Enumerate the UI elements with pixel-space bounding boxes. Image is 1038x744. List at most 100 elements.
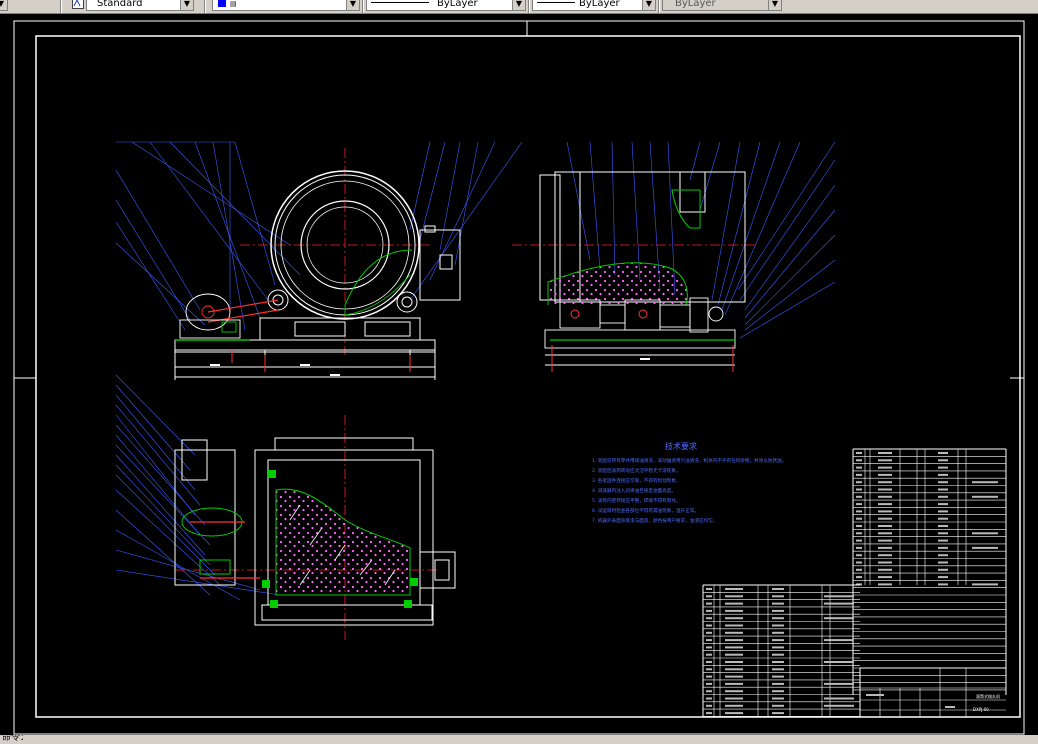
command-line[interactable]: 命令：: [0, 735, 1038, 744]
cell-text: [772, 697, 784, 700]
cell-text: [878, 510, 892, 513]
cell-text: [706, 646, 712, 649]
cell-text: [725, 682, 743, 685]
cell-text: [772, 653, 784, 656]
cell-text: [772, 639, 784, 642]
cell-text: [878, 488, 892, 491]
linetype-sample: [371, 2, 429, 3]
cell-text: [856, 503, 862, 506]
cell-text: [725, 690, 743, 693]
linetype-dropdown[interactable]: ByLayer ▼: [366, 0, 526, 11]
cell-text: [706, 595, 712, 598]
cell-text: [856, 532, 862, 535]
top-view: [115, 374, 456, 640]
cell-text: [938, 546, 948, 549]
dropdown-arrow-icon: ▼: [0, 0, 7, 10]
cell-text: [772, 624, 784, 627]
drawing-frame: [13, 20, 1025, 735]
cell-text: [706, 690, 712, 693]
cell-text: [878, 554, 892, 557]
cell-text: [706, 697, 712, 700]
cell-text: [824, 661, 854, 663]
cell-text: [725, 617, 743, 620]
cell-text: [878, 576, 892, 579]
cell-text: [972, 583, 998, 586]
dropdown-arrow-icon: ▼: [642, 0, 655, 10]
dropdown-arrow-icon: ▼: [512, 0, 525, 10]
cell-text: [938, 473, 948, 476]
cell-text: [938, 532, 948, 535]
cell-text: [772, 682, 784, 685]
cell-text: [706, 588, 712, 590]
cell-text: [725, 712, 743, 715]
lineweight-dropdown[interactable]: ByLayer ▼: [532, 0, 656, 11]
cell-text: [938, 510, 948, 513]
cell-text: [945, 706, 955, 708]
color-control[interactable]: ▤ ▼: [212, 0, 360, 11]
drawing-title: 滚筒式抛丸机: [976, 693, 1000, 699]
cell-text: [772, 668, 784, 671]
cell-text: [878, 459, 892, 462]
cell-text: [878, 539, 892, 542]
cell-text: [856, 473, 862, 476]
cell-text: [856, 495, 862, 498]
cell-text: [706, 668, 712, 671]
cell-text: [725, 653, 743, 656]
cell-text: [772, 588, 784, 590]
cell-text: [706, 617, 712, 620]
cell-text: [938, 503, 948, 506]
command-prompt: 命令：: [2, 735, 30, 743]
cell-text: [824, 602, 854, 605]
toolbar-separator: [60, 0, 62, 13]
cell-text: [972, 481, 998, 484]
cell-text: [972, 495, 998, 498]
toolbar-separator: [204, 0, 206, 13]
plot-style-dropdown[interactable]: ByLayer ▼: [662, 0, 782, 11]
text-style-icon[interactable]: [72, 0, 84, 9]
cell-text: [725, 624, 743, 627]
cell-text: [878, 503, 892, 506]
tech-requirement: 3. 各紧固件连接应可靠，不得有松动现象。: [592, 477, 681, 484]
toolbar-separator: [658, 0, 660, 13]
layer-control[interactable]: ▼: [0, 0, 8, 11]
cell-text: [938, 452, 948, 454]
cell-text: [856, 488, 862, 491]
mini-line-icon: ▤: [230, 0, 237, 8]
cell-text: [856, 561, 862, 564]
cell-text: [706, 712, 712, 715]
dropdown-arrow-icon: ▼: [768, 0, 781, 10]
cell-text: [878, 473, 892, 476]
lineweight-value: ByLayer: [579, 0, 620, 9]
dropdown-arrow-icon: ▼: [346, 0, 359, 10]
cell-text: [856, 452, 862, 454]
tech-requirement: 5. 滚筒内壁焊接应平整，焊缝不得有裂纹。: [592, 497, 681, 504]
cell-text: [772, 690, 784, 693]
cell-text: [772, 712, 784, 715]
text-style-dropdown[interactable]: Standard ▼: [86, 0, 194, 11]
cell-text: [725, 697, 743, 700]
cell-text: [706, 704, 712, 707]
cell-text: [824, 595, 854, 598]
cell-text: [938, 517, 948, 520]
lineweight-sample: [537, 2, 575, 3]
plot-style-value: ByLayer: [675, 0, 716, 9]
cell-text: [878, 561, 892, 564]
cell-text: [725, 602, 743, 605]
cell-text: [856, 539, 862, 542]
cell-text: [866, 694, 884, 696]
cell-text: [856, 525, 862, 527]
cell-text: [772, 617, 784, 620]
cell-text: [706, 631, 712, 634]
toolbar-separator: [528, 0, 530, 13]
cell-text: [772, 602, 784, 605]
cell-text: [772, 595, 784, 598]
cell-text: [725, 646, 743, 649]
tech-requirement: 7. 机器外表面涂底漆与面漆，颜色按用户要求，油漆应均匀。: [592, 517, 717, 524]
cell-text: [706, 602, 712, 605]
drawing-canvas[interactable]: 技术要求 1. 装配前所有零件用煤油清洗，滚动轴承用汽油清洗，机体内不许有任何杂…: [0, 14, 1038, 735]
cell-text: [772, 646, 784, 649]
cell-text: [725, 588, 743, 590]
cell-text: [938, 561, 948, 564]
properties-toolbar: ▼ Standard ▼ ▤ ▼ ByLayer ▼ ByLayer ▼ ByL…: [0, 0, 1038, 14]
color-swatch-icon: [218, 0, 226, 7]
